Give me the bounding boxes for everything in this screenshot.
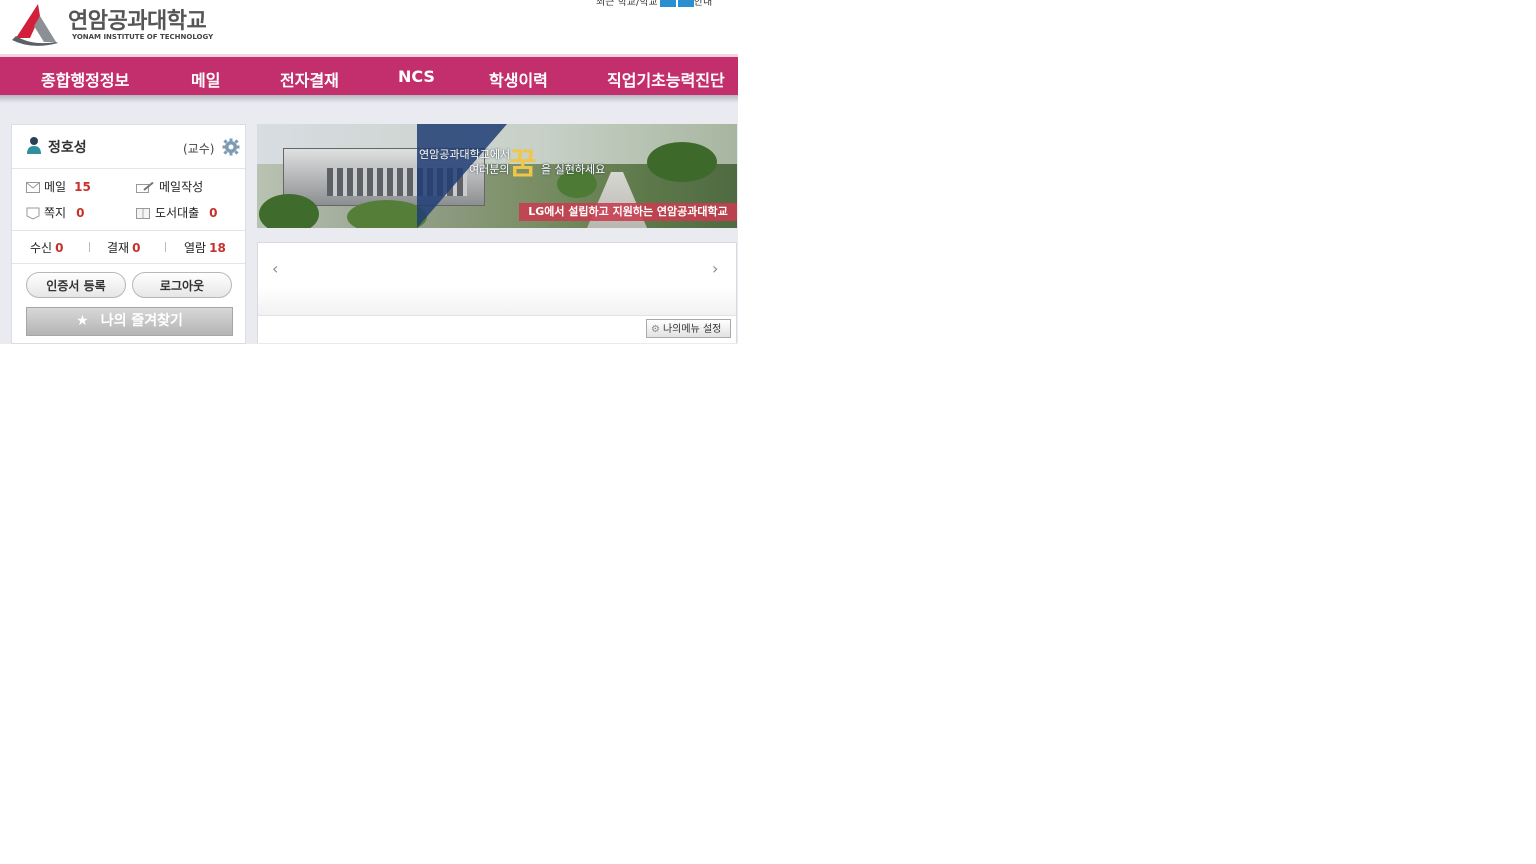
stat-mail-count: 15 bbox=[74, 180, 91, 194]
user-name: 정호성 bbox=[48, 140, 87, 156]
main-banner[interactable]: 연암공과대학교에서 여러분의 꿈 을 실현하세요 LG에서 설립하고 지원하는 … bbox=[257, 124, 737, 228]
top-link-tail[interactable]: 안내 bbox=[694, 0, 712, 8]
gnb-shadow bbox=[0, 95, 738, 103]
chevron-left-icon[interactable]: ‹ bbox=[272, 259, 278, 278]
book-icon bbox=[136, 208, 150, 219]
header: 연암공과대학교 YONAM INSTITUTE OF TECHNOLOGY 최근… bbox=[0, 0, 738, 54]
stat-received[interactable]: 수신 0 bbox=[30, 239, 63, 256]
my-menu-settings-label: 나의메뉴 설정 bbox=[662, 324, 722, 335]
gear-icon[interactable] bbox=[222, 138, 240, 156]
top-link-icon-2[interactable] bbox=[677, 0, 694, 7]
stat-mail-write-label: 메일작성 bbox=[159, 180, 204, 194]
banner-tree bbox=[347, 200, 427, 228]
banner-footer: LG에서 설립하고 지원하는 연암공과대학교 bbox=[519, 203, 737, 221]
banner-line-3: 을 실현하세요 bbox=[541, 163, 606, 176]
approval-row: 수신 0 결재 0 열람 18 bbox=[12, 230, 245, 264]
main-content: 정호성 (교수) 메일 15 메일작성 쪽지 0 도서대출 0 수신 0 결재 … bbox=[0, 103, 738, 344]
my-menu-footer: ⚙ 나의메뉴 설정 bbox=[258, 315, 736, 343]
banner-tree bbox=[647, 142, 717, 182]
stat-library[interactable]: 도서대출 0 bbox=[155, 204, 218, 221]
stat-mail-label: 메일 bbox=[44, 180, 67, 194]
my-favorites-button[interactable]: ★ 나의 즐겨찾기 bbox=[26, 307, 233, 336]
stat-library-count: 0 bbox=[209, 206, 218, 220]
logo-korean-text: 연암공과대학교 bbox=[68, 9, 207, 34]
stat-mail-write[interactable]: 메일작성 bbox=[159, 178, 203, 195]
stat-received-label: 수신 bbox=[30, 241, 53, 255]
stat-note-label: 쪽지 bbox=[44, 206, 67, 220]
logout-button[interactable]: 로그아웃 bbox=[132, 272, 232, 298]
nav-student-record[interactable]: 학생이력 bbox=[489, 67, 548, 91]
stat-library-label: 도서대출 bbox=[155, 206, 200, 220]
user-panel: 정호성 (교수) 메일 15 메일작성 쪽지 0 도서대출 0 수신 0 결재 … bbox=[11, 124, 246, 344]
my-menu-body: ‹ › bbox=[258, 243, 736, 315]
user-name-row: 정호성 (교수) bbox=[12, 125, 245, 169]
divider bbox=[89, 242, 90, 252]
stat-viewed-label: 열람 bbox=[184, 241, 207, 255]
nav-admin-info[interactable]: 종합행정정보 bbox=[41, 67, 129, 91]
logo-mark-icon bbox=[12, 4, 58, 46]
top-link-icon-1[interactable] bbox=[659, 0, 676, 7]
logo-english-text: YONAM INSTITUTE OF TECHNOLOGY bbox=[72, 33, 214, 41]
star-icon: ★ bbox=[76, 313, 89, 329]
top-link-text[interactable]: 최근 학교/학교 bbox=[596, 0, 658, 8]
stat-viewed-count: 18 bbox=[209, 241, 226, 255]
logo[interactable]: 연암공과대학교 YONAM INSTITUTE OF TECHNOLOGY bbox=[12, 2, 214, 46]
my-menu-box: ‹ › ⚙ 나의메뉴 설정 bbox=[257, 242, 737, 343]
nav-e-approval[interactable]: 전자결재 bbox=[280, 67, 339, 91]
stat-mail[interactable]: 메일 15 bbox=[44, 178, 91, 195]
banner-big-char: 꿈 bbox=[509, 147, 537, 182]
mail-icon bbox=[26, 182, 40, 193]
stat-received-count: 0 bbox=[55, 241, 64, 255]
note-icon bbox=[26, 207, 40, 220]
user-role: (교수) bbox=[183, 142, 215, 156]
mail-write-icon bbox=[136, 182, 154, 193]
nav-job-skill-diagnosis[interactable]: 직업기초능력진단 bbox=[607, 67, 725, 91]
chevron-right-icon[interactable]: › bbox=[712, 259, 718, 278]
stat-approval-count: 0 bbox=[132, 241, 141, 255]
stat-note[interactable]: 쪽지 0 bbox=[44, 204, 84, 221]
stat-approval[interactable]: 결재 0 bbox=[107, 239, 140, 256]
my-menu-settings-button[interactable]: ⚙ 나의메뉴 설정 bbox=[646, 319, 731, 338]
cert-register-button[interactable]: 인증서 등록 bbox=[26, 272, 126, 298]
global-nav: 종합행정정보 메일 전자결재 NCS 학생이력 직업기초능력진단 bbox=[0, 57, 738, 95]
stat-note-count: 0 bbox=[76, 206, 85, 220]
my-favorites-label: 나의 즐겨찾기 bbox=[100, 313, 183, 329]
nav-ncs[interactable]: NCS bbox=[398, 67, 435, 86]
banner-line-1: 연암공과대학교에서 bbox=[419, 148, 511, 161]
top-links: 최근 학교/학교 안내 bbox=[596, 0, 712, 8]
stat-approval-label: 결재 bbox=[107, 241, 130, 255]
gear-small-icon: ⚙ bbox=[651, 324, 660, 335]
banner-tree bbox=[259, 194, 319, 228]
divider bbox=[165, 242, 166, 252]
banner-line-2: 여러분의 bbox=[469, 163, 510, 176]
stat-viewed[interactable]: 열람 18 bbox=[184, 239, 226, 256]
nav-mail[interactable]: 메일 bbox=[191, 67, 220, 91]
person-icon bbox=[27, 137, 41, 154]
portal-frame: 연암공과대학교 YONAM INSTITUTE OF TECHNOLOGY 최근… bbox=[0, 0, 738, 344]
